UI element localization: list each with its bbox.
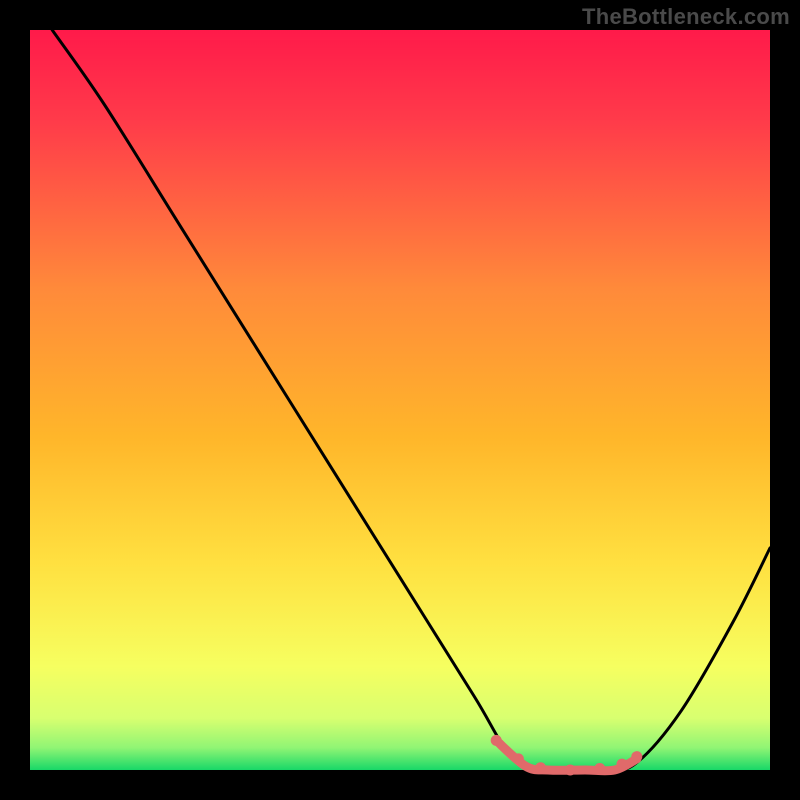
data-dot xyxy=(491,735,502,746)
data-dot xyxy=(617,759,628,770)
watermark-label: TheBottleneck.com xyxy=(582,4,790,30)
data-dot xyxy=(513,753,524,764)
data-dot xyxy=(594,763,605,774)
data-dot xyxy=(631,751,642,762)
plot-background xyxy=(30,30,770,770)
data-dot xyxy=(535,762,546,773)
chart-container: TheBottleneck.com xyxy=(0,0,800,800)
data-dot xyxy=(565,765,576,776)
chart-svg xyxy=(0,0,800,800)
